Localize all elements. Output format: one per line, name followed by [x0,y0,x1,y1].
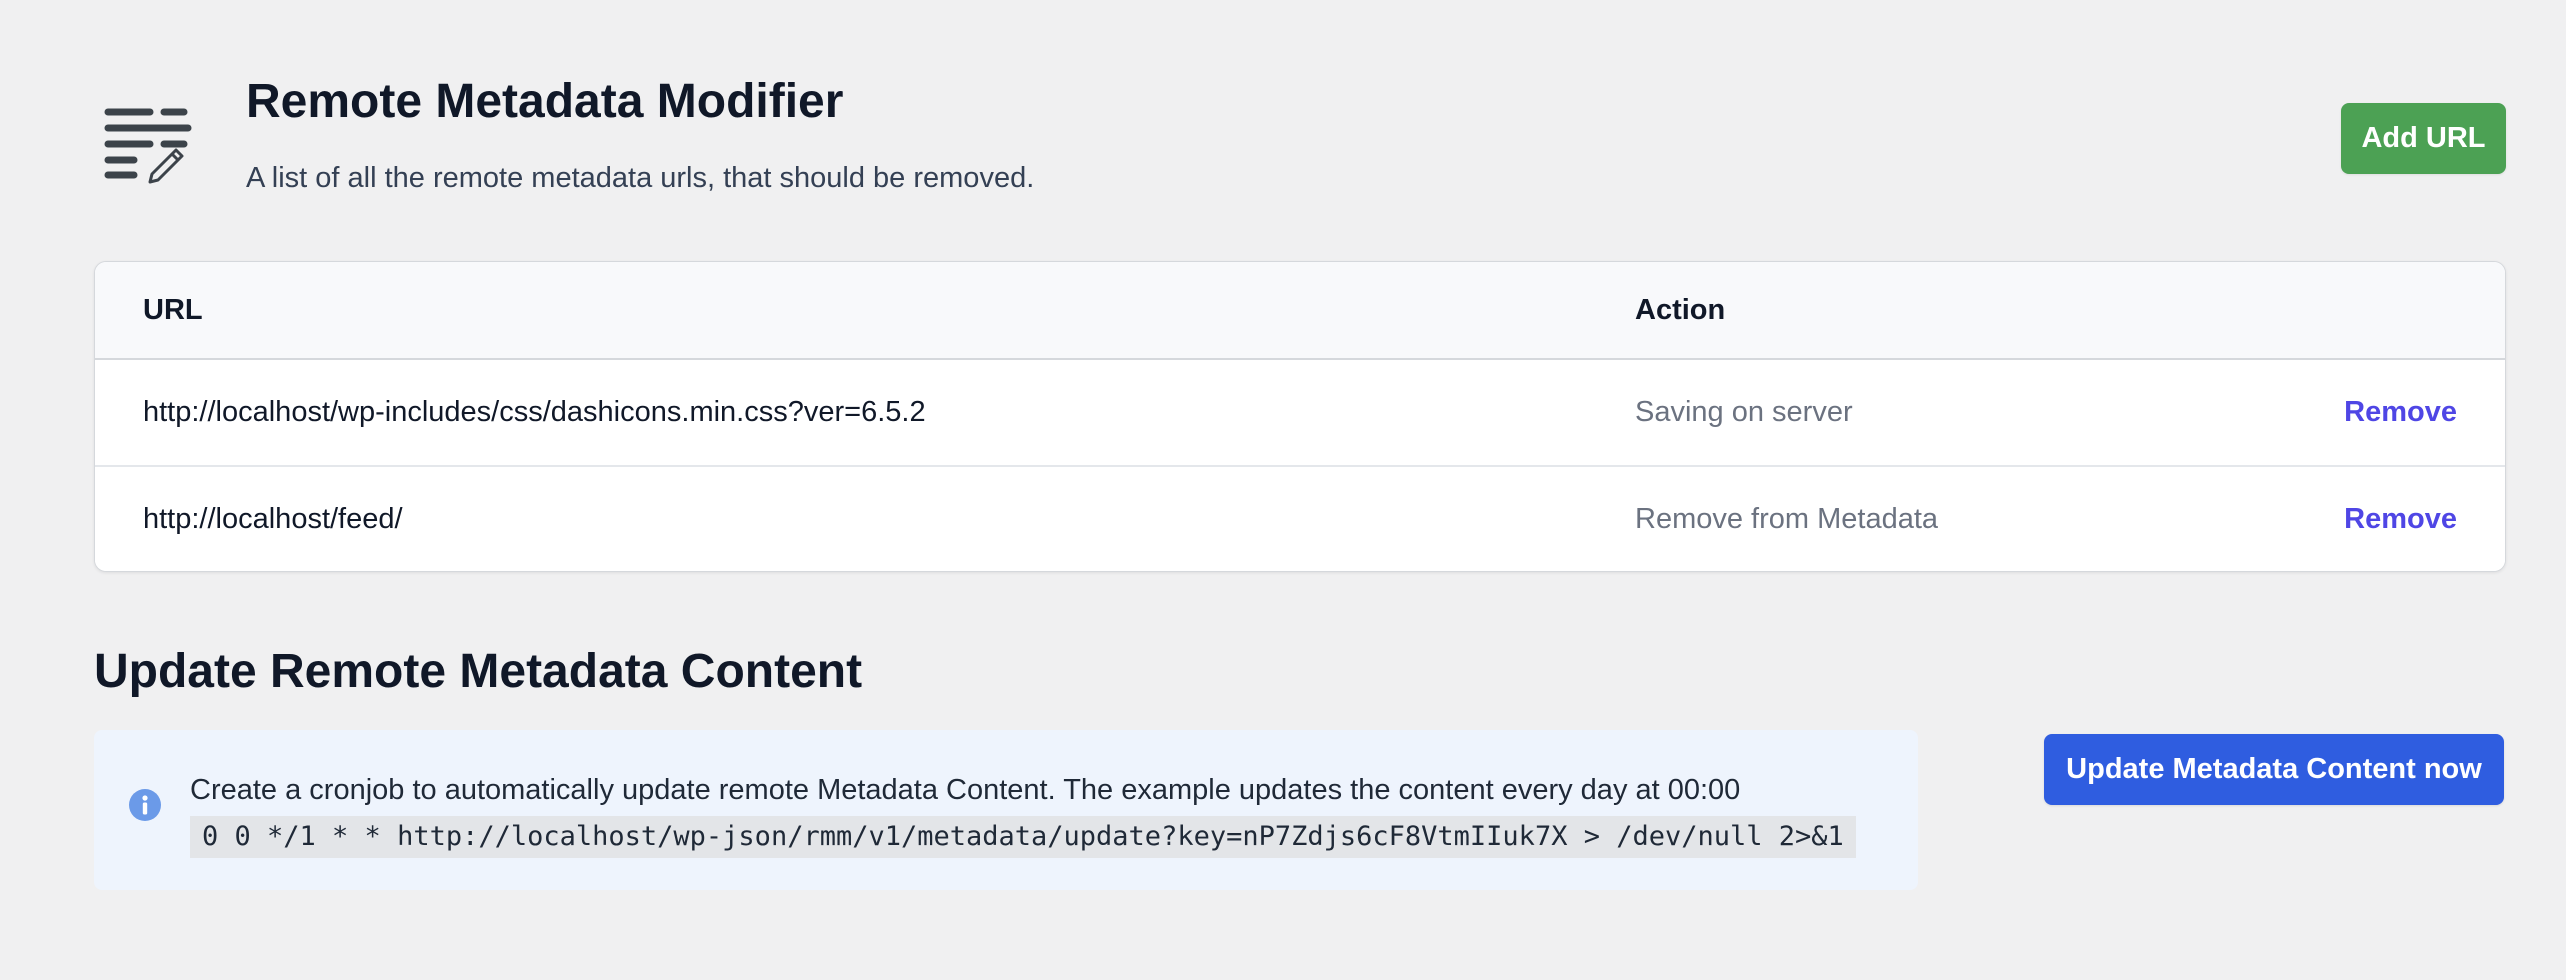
page-header: Remote Metadata Modifier A list of all t… [94,70,2506,210]
column-header-action: Action [1635,293,1726,326]
list-edit-icon [94,100,194,190]
remove-cell: Remove [2344,467,2457,571]
add-url-button[interactable]: Add URL [2341,103,2506,174]
info-circle-icon [128,788,162,822]
url-cell: http://localhost/feed/ [143,503,403,535]
remove-cell: Remove [2344,360,2457,465]
url-table: URL Action http://localhost/wp-includes/… [94,261,2506,572]
action-cell: Saving on server [1635,396,1853,428]
update-metadata-button[interactable]: Update Metadata Content now [2044,734,2504,805]
remove-link[interactable]: Remove [2344,503,2457,536]
table-row: http://localhost/feed/ Remove from Metad… [95,467,2505,571]
cronjob-info-box: Create a cronjob to automatically update… [94,730,1918,890]
remove-link[interactable]: Remove [2344,396,2457,429]
url-cell: http://localhost/wp-includes/css/dashico… [143,396,926,428]
cronjob-description: Create a cronjob to automatically update… [190,774,1741,806]
table-header-row: URL Action [95,262,2505,360]
page-subtitle: A list of all the remote metadata urls, … [246,162,1035,194]
section-title: Update Remote Metadata Content [94,645,863,698]
table-row: http://localhost/wp-includes/css/dashico… [95,360,2505,467]
action-cell: Remove from Metadata [1635,503,1939,535]
page-title: Remote Metadata Modifier [246,75,844,128]
column-header-url: URL [143,293,203,326]
cronjob-command: 0 0 */1 * * http://localhost/wp-json/rmm… [190,816,1856,858]
